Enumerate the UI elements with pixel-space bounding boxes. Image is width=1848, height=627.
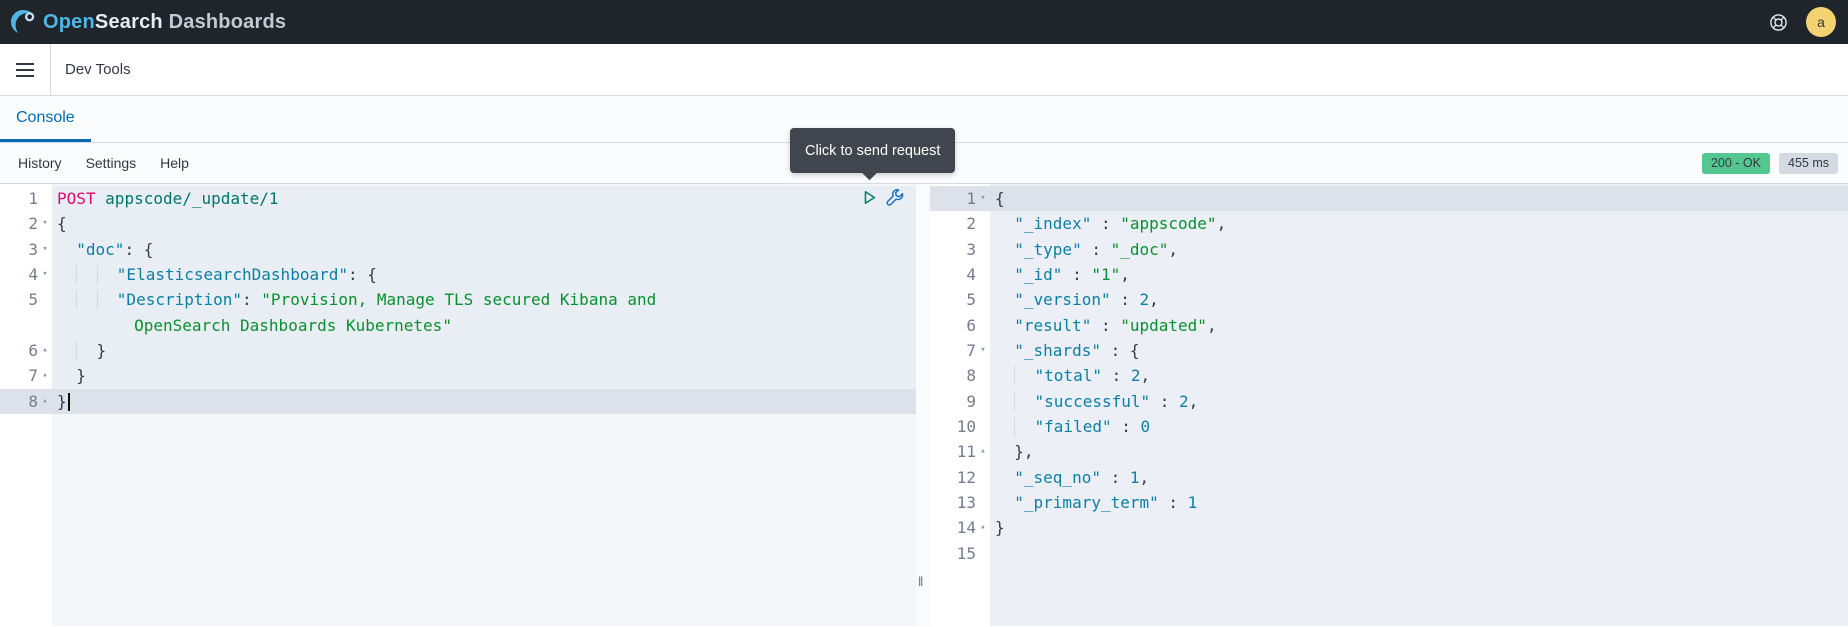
code-line[interactable]: 14▴} [930, 515, 1848, 540]
response-viewer[interactable]: 1▾{2 "_index" : "appscode",3 "_type" : "… [930, 184, 1848, 626]
hamburger-menu-icon[interactable] [0, 63, 50, 77]
gutter-line-number[interactable]: 6 [930, 313, 990, 338]
gutter-line-number[interactable]: 15 [930, 541, 990, 566]
wrench-icon[interactable] [886, 189, 904, 207]
gutter-line-number[interactable]: 3 [930, 237, 990, 262]
gutter-line-number[interactable]: 3▾ [0, 237, 52, 262]
console-editors: 1POST appscode/_update/12▾{3▾ "doc": {4▾… [0, 184, 1848, 626]
resizer-handle-icon: ‖ [918, 574, 923, 589]
fold-toggle-icon[interactable]: ▴ [38, 389, 52, 414]
code-line[interactable]: 5 "Description": "Provision, Manage TLS … [0, 287, 916, 312]
menu-item-help[interactable]: Help [160, 155, 189, 171]
menu-item-settings[interactable]: Settings [86, 155, 137, 171]
status-code-badge: 200 - OK [1702, 153, 1770, 174]
request-actions [861, 189, 904, 207]
code-line[interactable]: 8 "total" : 2, [930, 363, 1848, 388]
help-icon[interactable] [1769, 13, 1788, 32]
gutter-line-number[interactable]: 2▾ [0, 211, 52, 236]
gutter-line-number[interactable]: 4▾ [0, 262, 52, 287]
logo-text-dashboards: Dashboards [163, 11, 286, 33]
fold-toggle-icon[interactable]: ▴ [38, 363, 52, 388]
opensearch-logo[interactable]: OpenSearch Dashboards [10, 9, 286, 35]
fold-toggle-icon[interactable]: ▾ [976, 338, 990, 363]
code-line[interactable]: OpenSearch Dashboards Kubernetes" [0, 313, 916, 338]
code-line[interactable]: 10 "failed" : 0 [930, 414, 1848, 439]
gutter-line-number[interactable]: 7▾ [930, 338, 990, 363]
gutter-line-number[interactable]: 4 [930, 262, 990, 287]
code-line[interactable]: 2 "_index" : "appscode", [930, 211, 1848, 236]
logo-text-search: Search [95, 11, 163, 33]
code-line[interactable]: 1▾{ [930, 186, 1848, 211]
send-request-icon[interactable] [861, 189, 878, 207]
gutter-line-number[interactable]: 1 [0, 186, 52, 211]
code-line[interactable]: 7▴ } [0, 363, 916, 388]
code-line[interactable]: 15 [930, 541, 1848, 566]
code-line[interactable]: 13 "_primary_term" : 1 [930, 490, 1848, 515]
avatar-letter: a [1817, 14, 1825, 30]
global-header: OpenSearch Dashboards a [0, 0, 1848, 44]
send-request-tooltip: Click to send request [790, 128, 955, 173]
response-status: 200 - OK 455 ms [1702, 153, 1838, 174]
fold-toggle-icon[interactable]: ▴ [38, 338, 52, 363]
fold-toggle-icon[interactable]: ▴ [976, 439, 990, 464]
tab-console[interactable]: Console [0, 96, 91, 142]
code-line[interactable]: 4 "_id" : "1", [930, 262, 1848, 287]
gutter-line-number[interactable]: 8 [930, 363, 990, 388]
gutter-line-number[interactable]: 14▴ [930, 515, 990, 540]
gutter-line-number[interactable]: 12 [930, 465, 990, 490]
gutter-line-number[interactable]: 1▾ [930, 186, 990, 211]
fold-toggle-icon[interactable]: ▴ [976, 515, 990, 540]
header-right-controls: a [1769, 7, 1836, 37]
gutter-line-number[interactable] [0, 313, 52, 338]
code-line[interactable]: 7▾ "_shards" : { [930, 338, 1848, 363]
gutter-line-number[interactable]: 13 [930, 490, 990, 515]
gutter-line-number[interactable]: 10 [930, 414, 990, 439]
code-line[interactable]: 12 "_seq_no" : 1, [930, 465, 1848, 490]
opensearch-dashboards-app: OpenSearch Dashboards a Dev Tools Consol… [0, 0, 1848, 627]
gutter-line-number[interactable]: 11▴ [930, 439, 990, 464]
code-line[interactable]: 6▴ } [0, 338, 916, 363]
nav-bar: Dev Tools [0, 44, 1848, 96]
menu-item-history[interactable]: History [18, 155, 62, 171]
code-line[interactable]: 5 "_version" : 2, [930, 287, 1848, 312]
gutter-line-number[interactable]: 7▴ [0, 363, 52, 388]
code-line[interactable]: 2▾{ [0, 211, 916, 236]
gutter-line-number[interactable]: 5 [0, 287, 52, 312]
fold-toggle-icon[interactable]: ▾ [38, 237, 52, 262]
nav-divider [50, 44, 51, 96]
breadcrumb[interactable]: Dev Tools [65, 61, 131, 78]
logo-text-open: Open [43, 11, 95, 33]
opensearch-logo-mark [10, 9, 36, 35]
code-line[interactable]: 8▴} [0, 389, 916, 414]
request-editor[interactable]: 1POST appscode/_update/12▾{3▾ "doc": {4▾… [0, 184, 916, 626]
code-line[interactable]: 4▾ "ElasticsearchDashboard": { [0, 262, 916, 287]
code-line[interactable]: 3▾ "doc": { [0, 237, 916, 262]
code-line[interactable]: 1POST appscode/_update/1 [0, 186, 916, 211]
text-cursor [68, 393, 70, 411]
gutter-line-number[interactable]: 9 [930, 389, 990, 414]
code-line[interactable]: 3 "_type" : "_doc", [930, 237, 1848, 262]
fold-toggle-icon[interactable]: ▾ [38, 211, 52, 236]
gutter-line-number[interactable]: 2 [930, 211, 990, 236]
code-line[interactable]: 6 "result" : "updated", [930, 313, 1848, 338]
fold-toggle-icon[interactable]: ▾ [38, 262, 52, 287]
user-avatar[interactable]: a [1806, 7, 1836, 37]
fold-toggle-icon[interactable]: ▾ [976, 186, 990, 211]
gutter-line-number[interactable]: 8▴ [0, 389, 52, 414]
gutter-line-number[interactable]: 5 [930, 287, 990, 312]
console-menu-items: History Settings Help [18, 155, 189, 171]
tooltip-text: Click to send request [805, 143, 940, 159]
code-line[interactable]: 9 "successful" : 2, [930, 389, 1848, 414]
code-line[interactable]: 11▴ }, [930, 439, 1848, 464]
response-time-badge: 455 ms [1779, 153, 1838, 174]
gutter-line-number[interactable]: 6▴ [0, 338, 52, 363]
panel-resizer[interactable]: ‖ [916, 184, 930, 626]
